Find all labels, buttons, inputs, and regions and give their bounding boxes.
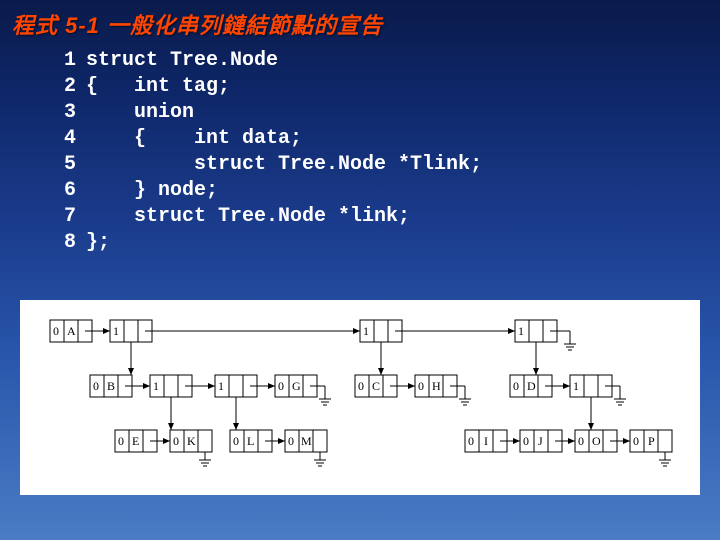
svg-text:1: 1 <box>153 379 159 393</box>
svg-text:1: 1 <box>518 324 524 338</box>
line-number: 7 <box>50 204 76 230</box>
svg-text:C: C <box>372 379 380 393</box>
code-text: struct Tree.Node *link; <box>86 204 410 230</box>
line-number: 8 <box>50 230 76 256</box>
svg-text:1: 1 <box>363 324 369 338</box>
svg-text:M: M <box>301 434 312 448</box>
svg-text:0: 0 <box>278 379 284 393</box>
code-text: } node; <box>86 178 218 204</box>
svg-text:P: P <box>648 434 655 448</box>
ground-icon <box>199 452 211 466</box>
node-M: 0M <box>285 430 327 452</box>
svg-text:O: O <box>592 434 601 448</box>
svg-text:0: 0 <box>173 434 179 448</box>
svg-text:L: L <box>247 434 254 448</box>
code-text: struct Tree.Node <box>86 48 278 74</box>
code-text: }; <box>86 230 110 256</box>
svg-text:1: 1 <box>218 379 224 393</box>
linked-list-diagram: 0A 1 1 1 0B 1 1 0G 0C 0H 0D 1 0E 0K 0L 0… <box>20 300 700 495</box>
svg-text:B: B <box>107 379 115 393</box>
code-text: union <box>86 100 194 126</box>
svg-text:0: 0 <box>468 434 474 448</box>
svg-text:0: 0 <box>523 434 529 448</box>
svg-text:0: 0 <box>358 379 364 393</box>
svg-text:I: I <box>484 434 488 448</box>
node-K: 0K <box>170 430 212 452</box>
svg-text:1: 1 <box>573 379 579 393</box>
svg-text:H: H <box>432 379 441 393</box>
ground-icon <box>314 452 326 466</box>
svg-text:0: 0 <box>53 324 59 338</box>
svg-text:K: K <box>187 434 196 448</box>
svg-text:0: 0 <box>513 379 519 393</box>
svg-text:E: E <box>132 434 139 448</box>
line-number: 5 <box>50 152 76 178</box>
svg-text:0: 0 <box>418 379 424 393</box>
line-number: 3 <box>50 100 76 126</box>
svg-text:0: 0 <box>233 434 239 448</box>
svg-text:0: 0 <box>93 379 99 393</box>
svg-text:0: 0 <box>118 434 124 448</box>
svg-text:A: A <box>67 324 76 338</box>
code-block: 1struct Tree.Node 2{ int tag; 3 union 4 … <box>0 44 720 256</box>
svg-text:J: J <box>538 434 543 448</box>
node-P: 0P <box>630 430 672 452</box>
svg-text:D: D <box>527 379 536 393</box>
ground-icon <box>659 452 671 466</box>
code-text: { int tag; <box>86 74 230 100</box>
slide-title: 程式 5-1 一般化串列鏈結節點的宣告 <box>0 0 720 44</box>
line-number: 4 <box>50 126 76 152</box>
line-number: 6 <box>50 178 76 204</box>
code-text: { int data; <box>86 126 302 152</box>
line-number: 2 <box>50 74 76 100</box>
code-text: struct Tree.Node *Tlink; <box>86 152 482 178</box>
svg-text:1: 1 <box>113 324 119 338</box>
svg-text:0: 0 <box>578 434 584 448</box>
svg-text:0: 0 <box>633 434 639 448</box>
svg-text:0: 0 <box>288 434 294 448</box>
svg-text:G: G <box>292 379 301 393</box>
line-number: 1 <box>50 48 76 74</box>
